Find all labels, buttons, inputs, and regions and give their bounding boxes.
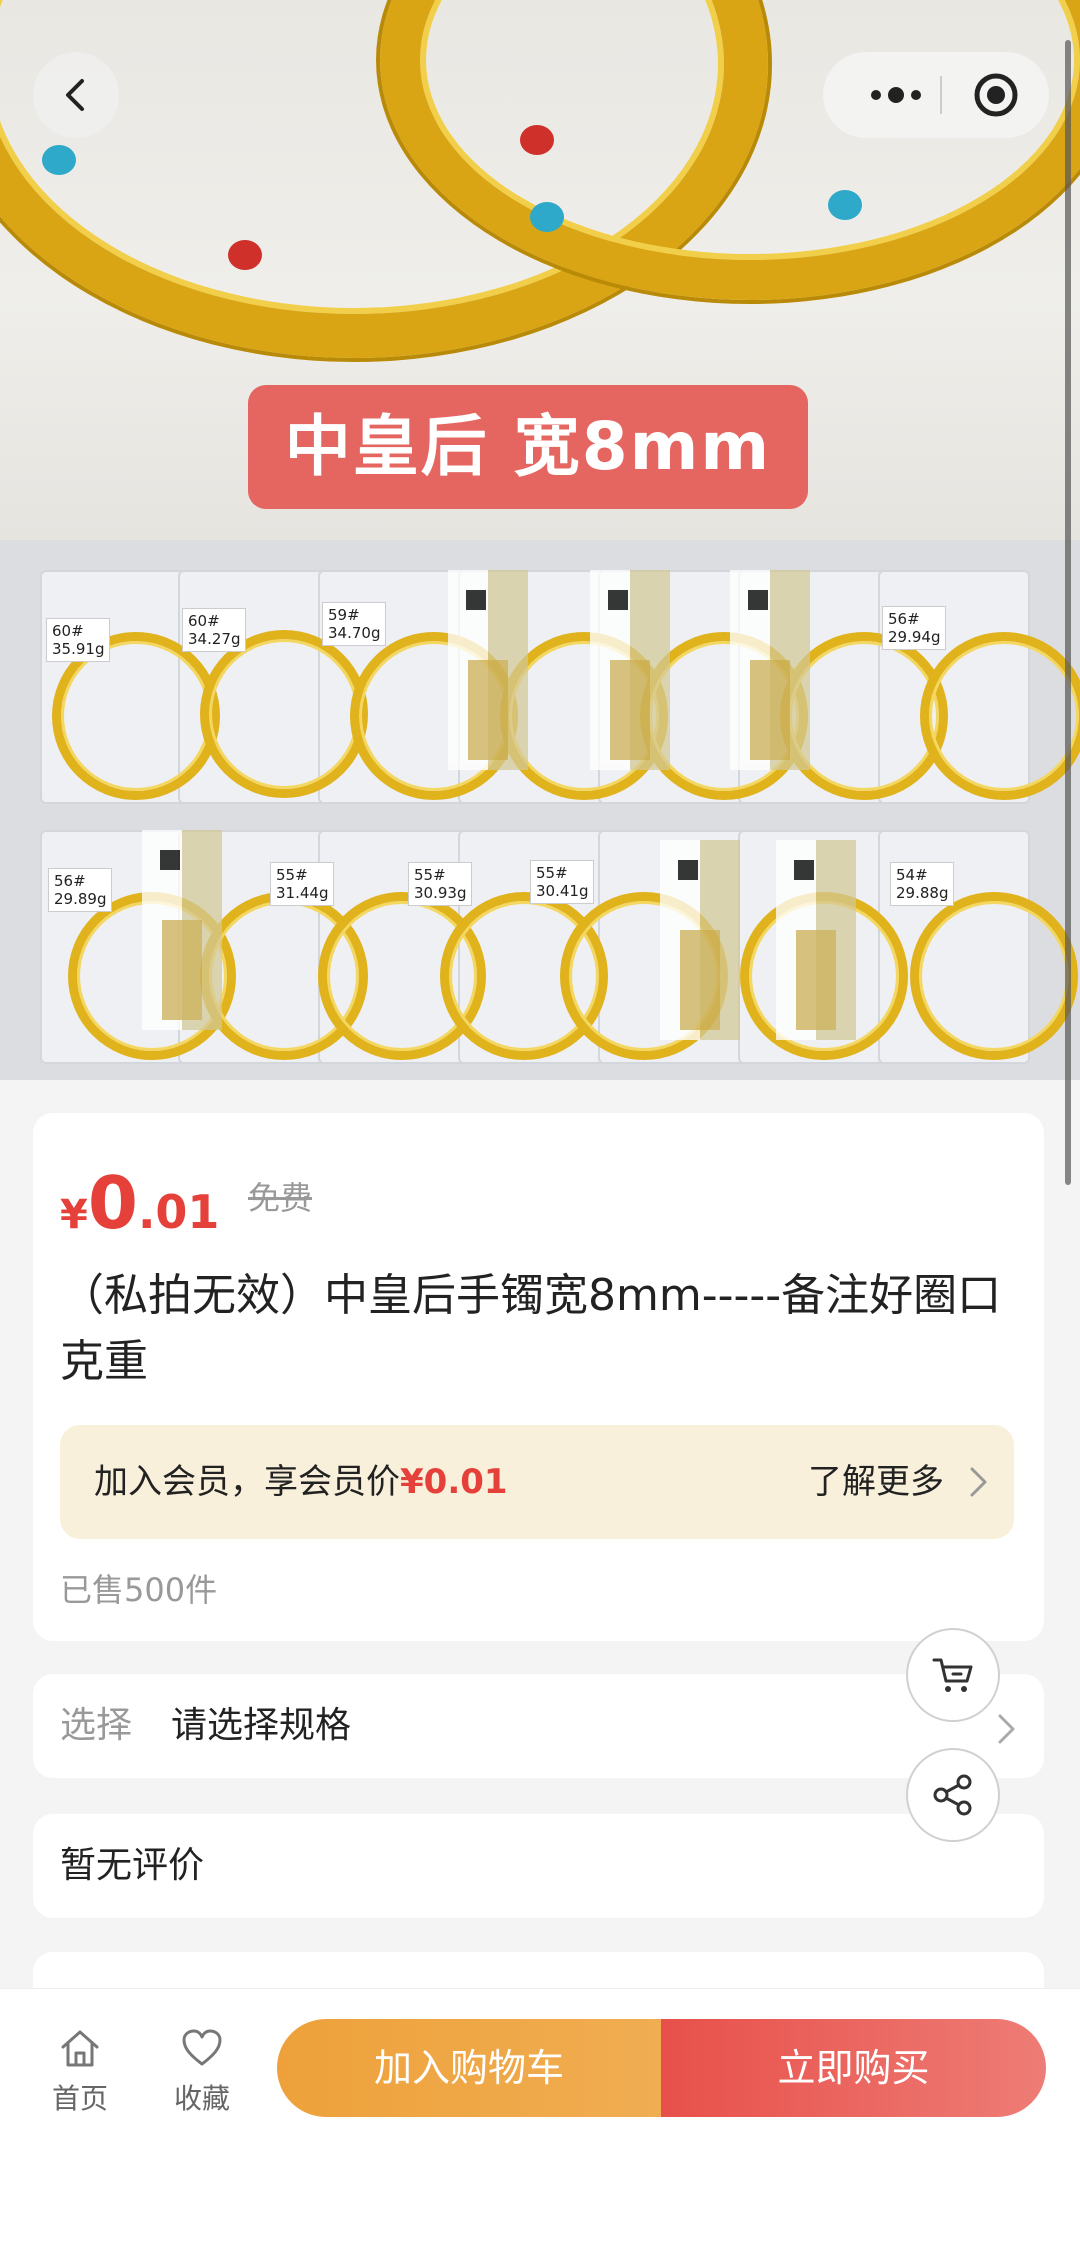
cart-icon [932,1658,973,1692]
share-icon [933,1774,972,1816]
product-info-card: ¥0.01 免费 （私拍无效）中皇后手镯宽8mm-----备注好圈口克重 加入会… [33,1113,1044,1641]
blue-gem [530,202,564,232]
red-gem [228,240,262,270]
favorite-tab[interactable]: 收藏 [152,2027,252,2117]
floating-share-button[interactable] [906,1748,1000,1842]
product-title: （私拍无效）中皇后手镯宽8mm-----备注好圈口克重 [60,1270,1002,1387]
weight-tag: 60# 35.91g [46,618,111,662]
member-price: ¥0.01 [400,1462,508,1502]
weight-tag: 56# 29.89g [48,868,113,912]
red-gem [520,125,554,155]
member-text: 加入会员，享会员价¥0.01 [94,1425,508,1539]
product-image[interactable]: 中皇后 宽8mm 60# 35.91g 60# 34.27g 59# 34.70… [0,0,1080,1080]
bangle-ring [920,632,1080,800]
review-empty-text: 暂无评价 [60,1845,205,1886]
target-icon [974,73,1018,117]
spec-selector[interactable]: 选择 请选择规格 [33,1674,1044,1778]
product-badge: 中皇后 宽8mm [248,385,808,509]
add-to-cart-button[interactable]: 加入购物车 [277,2019,661,2117]
pixelated-tag [776,840,856,1040]
weight-tag: 54# 29.88g [890,862,955,906]
bangle-bags-photo: 60# 35.91g 60# 34.27g 59# 34.70g 56# 29.… [0,540,1080,1080]
favorite-label: 收藏 [173,2082,230,2115]
original-price: 免费 [248,1179,313,1217]
learn-more-link[interactable]: 了解更多 [808,1425,944,1539]
more-button[interactable] [853,52,939,138]
blue-gem [828,190,862,220]
spec-value: 请选择规格 [171,1705,352,1746]
scrollbar[interactable] [1065,40,1071,1185]
chevron-right-icon [970,1467,987,1497]
review-section[interactable]: 暂无评价 [33,1814,1044,1918]
weight-tag: 60# 34.27g [182,608,247,652]
pixelated-tag [448,570,528,770]
more-dots-icon [871,87,921,103]
floating-cart-button[interactable] [906,1628,1000,1722]
weight-tag: 59# 34.70g [322,602,387,646]
home-tab[interactable]: 首页 [30,2027,130,2117]
member-banner[interactable]: 加入会员，享会员价¥0.01 了解更多 [60,1425,1014,1539]
back-button[interactable] [33,52,119,138]
chevron-right-icon [998,1714,1015,1744]
sold-count: 已售500件 [60,1571,218,1609]
currency-symbol: ¥ [60,1192,88,1238]
bottom-action-bar: 首页 收藏 加入购物车 立即购买 [0,1988,1080,2241]
price: ¥0.01 [60,1161,219,1245]
pixelated-tag [142,830,222,1030]
weight-tag: 55# 30.93g [408,862,473,906]
weight-tag: 56# 29.94g [882,606,947,650]
heart-icon [182,2029,222,2066]
price-integer: 0 [87,1161,138,1245]
mini-program-capsule [823,52,1049,138]
close-button[interactable] [953,52,1039,138]
price-decimal: .01 [137,1185,220,1239]
home-label: 首页 [51,2082,108,2115]
blue-gem [42,145,76,175]
capsule-divider [940,76,942,114]
bangle-ring [910,892,1078,1060]
pixelated-tag [590,570,670,770]
bangle-ring [200,630,368,798]
member-label: 加入会员，享会员价 [94,1462,400,1502]
pixelated-tag [660,840,740,1040]
weight-tag: 55# 31.44g [270,862,335,906]
pixelated-tag [730,570,810,770]
buy-now-button[interactable]: 立即购买 [661,2019,1046,2117]
spec-label: 选择 [60,1705,133,1746]
home-icon [61,2030,99,2067]
weight-tag: 55# 30.41g [530,860,595,904]
chevron-left-icon [66,79,84,111]
